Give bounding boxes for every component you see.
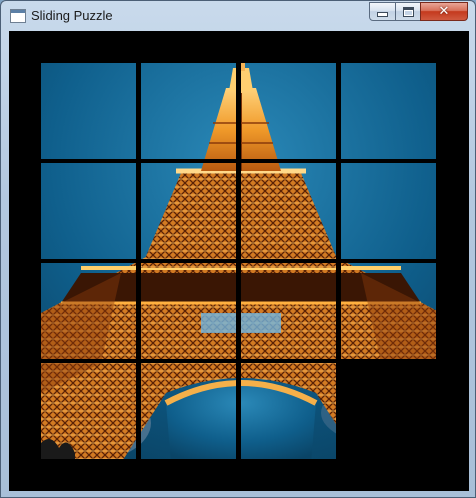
close-icon: ✕ — [438, 4, 450, 19]
puzzle-tile-4[interactable] — [341, 63, 436, 159]
title-bar[interactable]: Sliding Puzzle ✕ — [1, 1, 475, 30]
puzzle-tile-8[interactable] — [341, 163, 436, 259]
maximize-button[interactable] — [395, 2, 421, 21]
puzzle-tile-14[interactable] — [141, 363, 236, 459]
puzzle-tile-9[interactable] — [41, 263, 136, 359]
app-window: Sliding Puzzle ✕ — [0, 0, 476, 498]
puzzle-tile-5[interactable] — [41, 163, 136, 259]
puzzle-tile-6[interactable] — [141, 163, 236, 259]
puzzle-board — [9, 31, 469, 491]
puzzle-tile-3[interactable] — [241, 63, 336, 159]
puzzle-tile-11[interactable] — [241, 263, 336, 359]
maximize-icon — [402, 6, 414, 17]
minimize-icon — [377, 12, 388, 17]
puzzle-area — [9, 31, 469, 491]
puzzle-tile-2[interactable] — [141, 63, 236, 159]
app-window-icon[interactable] — [10, 9, 26, 23]
close-button[interactable]: ✕ — [420, 2, 468, 21]
puzzle-tile-7[interactable] — [241, 163, 336, 259]
puzzle-tile-12[interactable] — [341, 263, 436, 359]
puzzle-tile-1[interactable] — [41, 63, 136, 159]
empty-slot — [341, 363, 436, 459]
window-title: Sliding Puzzle — [31, 8, 113, 23]
minimize-button[interactable] — [369, 2, 396, 21]
puzzle-tile-10[interactable] — [141, 263, 236, 359]
puzzle-tile-15[interactable] — [241, 363, 336, 459]
puzzle-tile-13[interactable] — [41, 363, 136, 459]
